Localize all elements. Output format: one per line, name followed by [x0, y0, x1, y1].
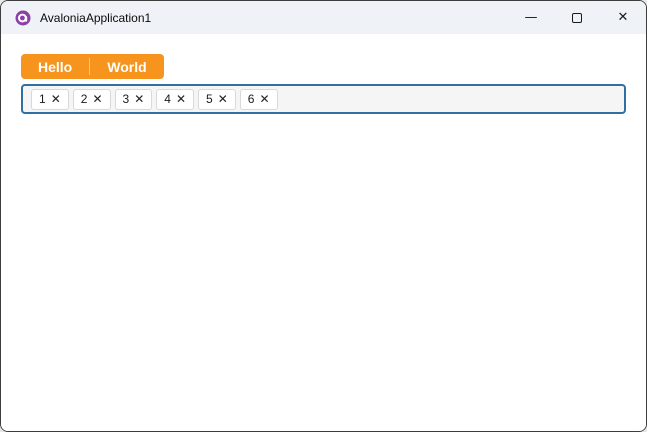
- tags-input[interactable]: 1 ✕ 2 ✕ 3 ✕ 4 ✕ 5 ✕ 6 ✕: [21, 84, 626, 114]
- minimize-button[interactable]: —: [508, 1, 554, 34]
- window-title: AvaloniaApplication1: [40, 10, 152, 25]
- chip-label: 1: [39, 92, 46, 106]
- maximize-button[interactable]: [554, 1, 600, 34]
- chip-label: 6: [247, 92, 255, 106]
- chip-remove-icon[interactable]: ✕: [259, 93, 269, 105]
- maximize-icon: [572, 12, 582, 23]
- chip-label: 2: [80, 92, 88, 106]
- chip[interactable]: 2 ✕: [72, 88, 111, 110]
- app-window: AvaloniaApplication1 — ✕ Hello World 1 ✕…: [0, 0, 647, 432]
- chip-remove-icon[interactable]: ✕: [134, 93, 144, 105]
- close-icon: ✕: [617, 10, 629, 25]
- main-content: Hello World 1 ✕ 2 ✕ 3 ✕ 4 ✕ 5 ✕ 6 ✕: [1, 34, 646, 431]
- chip-remove-icon[interactable]: ✕: [51, 93, 61, 105]
- chip-label: 5: [206, 92, 213, 106]
- chip-remove-icon[interactable]: ✕: [92, 93, 102, 105]
- chip-remove-icon[interactable]: ✕: [176, 93, 186, 105]
- hello-button[interactable]: Hello: [21, 54, 89, 79]
- titlebar[interactable]: AvaloniaApplication1 — ✕: [1, 1, 646, 34]
- chip[interactable]: 3 ✕: [114, 88, 153, 110]
- minimize-icon: —: [524, 10, 538, 25]
- chip-label: 4: [164, 92, 171, 106]
- hello-world-split-button: Hello World: [21, 54, 164, 79]
- chip[interactable]: 5 ✕: [198, 88, 236, 110]
- chip[interactable]: 6 ✕: [239, 88, 278, 110]
- avalonia-logo-icon: [15, 10, 31, 26]
- chip[interactable]: 4 ✕: [156, 88, 194, 110]
- close-button[interactable]: ✕: [600, 1, 646, 34]
- chip[interactable]: 1 ✕: [31, 88, 69, 110]
- chip-label: 3: [122, 92, 130, 106]
- world-button[interactable]: World: [90, 54, 163, 79]
- chip-remove-icon[interactable]: ✕: [218, 93, 228, 105]
